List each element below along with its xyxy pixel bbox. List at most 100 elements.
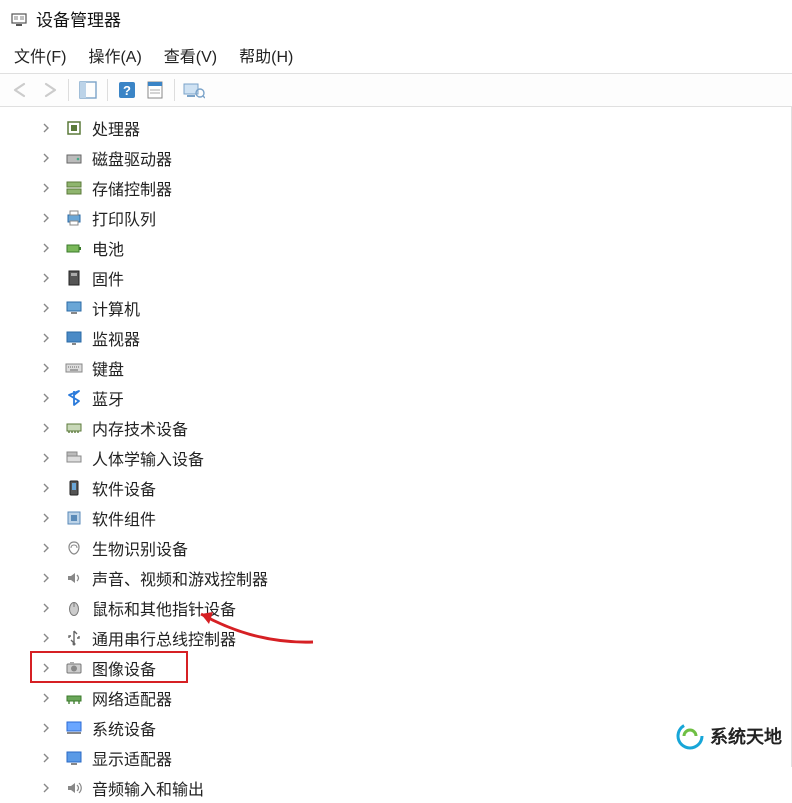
battery-icon <box>64 238 84 258</box>
tree-item-computer[interactable]: 计算机 <box>20 293 791 323</box>
forward-button[interactable] <box>36 77 62 103</box>
watermark: 系统天地 <box>676 722 782 750</box>
tree-item-disk[interactable]: 磁盘驱动器 <box>20 143 791 173</box>
tree-item-firmware[interactable]: 固件 <box>20 263 791 293</box>
show-hide-tree-button[interactable] <box>75 77 101 103</box>
menu-action[interactable]: 操作(A) <box>88 43 141 67</box>
cpu-icon <box>64 118 84 138</box>
tree-item-label: 网络适配器 <box>92 686 172 710</box>
printer-icon <box>64 208 84 228</box>
tree-item-label: 鼠标和其他指针设备 <box>92 596 236 620</box>
chevron-right-icon[interactable] <box>40 212 52 224</box>
menu-file[interactable]: 文件(F) <box>14 43 66 67</box>
memory-icon <box>64 418 84 438</box>
tree-item-label: 通用串行总线控制器 <box>92 626 236 650</box>
chevron-right-icon[interactable] <box>40 722 52 734</box>
display-icon <box>64 748 84 768</box>
chevron-right-icon[interactable] <box>40 542 52 554</box>
watermark-icon <box>676 722 704 750</box>
bluetooth-icon <box>64 388 84 408</box>
chevron-right-icon[interactable] <box>40 752 52 764</box>
tree-item-sound[interactable]: 声音、视频和游戏控制器 <box>20 563 791 593</box>
window-title: 设备管理器 <box>36 6 121 31</box>
chevron-right-icon[interactable] <box>40 122 52 134</box>
toolbar-separator <box>174 79 175 101</box>
chevron-right-icon[interactable] <box>40 512 52 524</box>
storage-icon <box>64 178 84 198</box>
menu-view[interactable]: 查看(V) <box>164 43 217 67</box>
tree-item-hid[interactable]: 人体学输入设备 <box>20 443 791 473</box>
firmware-icon <box>64 268 84 288</box>
menubar: 文件(F) 操作(A) 查看(V) 帮助(H) <box>0 35 792 73</box>
tree-item-usb[interactable]: 通用串行总线控制器 <box>20 623 791 653</box>
chevron-right-icon[interactable] <box>40 692 52 704</box>
toolbar-separator <box>68 79 69 101</box>
tree-item-bluetooth[interactable]: 蓝牙 <box>20 383 791 413</box>
tree-item-label: 电池 <box>92 236 124 260</box>
tree-item-storage[interactable]: 存储控制器 <box>20 173 791 203</box>
help-button[interactable]: ? <box>114 77 140 103</box>
chevron-right-icon[interactable] <box>40 152 52 164</box>
biometric-icon <box>64 538 84 558</box>
tree-item-battery[interactable]: 电池 <box>20 233 791 263</box>
tree-item-printer[interactable]: 打印队列 <box>20 203 791 233</box>
tree-item-label: 软件设备 <box>92 476 156 500</box>
tree-item-imaging[interactable]: 图像设备 <box>20 653 791 683</box>
chevron-right-icon[interactable] <box>40 422 52 434</box>
tree-item-label: 打印队列 <box>92 206 156 230</box>
watermark-text: 系统天地 <box>710 723 782 749</box>
tree-item-label: 处理器 <box>92 116 140 140</box>
network-icon <box>64 688 84 708</box>
tree-item-label: 内存技术设备 <box>92 416 188 440</box>
tree-item-label: 系统设备 <box>92 716 156 740</box>
chevron-right-icon[interactable] <box>40 392 52 404</box>
chevron-right-icon[interactable] <box>40 332 52 344</box>
chevron-right-icon[interactable] <box>40 632 52 644</box>
chevron-right-icon[interactable] <box>40 242 52 254</box>
imaging-icon <box>64 658 84 678</box>
computer-icon <box>64 298 84 318</box>
usb-icon <box>64 628 84 648</box>
scan-hardware-button[interactable] <box>181 77 207 103</box>
tree-item-label: 图像设备 <box>92 656 156 680</box>
tree-item-audio[interactable]: 音频输入和输出 <box>20 773 791 803</box>
tree-item-label: 固件 <box>92 266 124 290</box>
device-tree[interactable]: 处理器磁盘驱动器存储控制器打印队列电池固件计算机监视器键盘蓝牙内存技术设备人体学… <box>0 107 792 767</box>
tree-item-label: 存储控制器 <box>92 176 172 200</box>
tree-item-cpu[interactable]: 处理器 <box>20 113 791 143</box>
tree-item-softdev[interactable]: 软件设备 <box>20 473 791 503</box>
chevron-right-icon[interactable] <box>40 452 52 464</box>
tree-item-monitor[interactable]: 监视器 <box>20 323 791 353</box>
chevron-right-icon[interactable] <box>40 482 52 494</box>
tree-item-label: 生物识别设备 <box>92 536 188 560</box>
sound-icon <box>64 568 84 588</box>
tree-item-softcomp[interactable]: 软件组件 <box>20 503 791 533</box>
toolbar-separator <box>107 79 108 101</box>
audio-icon <box>64 778 84 798</box>
titlebar: 设备管理器 <box>0 0 792 35</box>
tree-item-label: 蓝牙 <box>92 386 124 410</box>
tree-item-label: 显示适配器 <box>92 746 172 770</box>
softcomp-icon <box>64 508 84 528</box>
hid-icon <box>64 448 84 468</box>
tree-item-biometric[interactable]: 生物识别设备 <box>20 533 791 563</box>
tree-item-label: 键盘 <box>92 356 124 380</box>
tree-item-keyboard[interactable]: 键盘 <box>20 353 791 383</box>
chevron-right-icon[interactable] <box>40 572 52 584</box>
chevron-right-icon[interactable] <box>40 272 52 284</box>
chevron-right-icon[interactable] <box>40 602 52 614</box>
chevron-right-icon[interactable] <box>40 362 52 374</box>
system-icon <box>64 718 84 738</box>
chevron-right-icon[interactable] <box>40 782 52 794</box>
tree-item-label: 音频输入和输出 <box>92 776 204 800</box>
tree-item-mouse[interactable]: 鼠标和其他指针设备 <box>20 593 791 623</box>
tree-item-memory[interactable]: 内存技术设备 <box>20 413 791 443</box>
properties-button[interactable] <box>142 77 168 103</box>
chevron-right-icon[interactable] <box>40 302 52 314</box>
menu-help[interactable]: 帮助(H) <box>239 43 293 67</box>
back-button[interactable] <box>8 77 34 103</box>
tree-item-network[interactable]: 网络适配器 <box>20 683 791 713</box>
chevron-right-icon[interactable] <box>40 662 52 674</box>
app-icon <box>10 10 28 28</box>
chevron-right-icon[interactable] <box>40 182 52 194</box>
